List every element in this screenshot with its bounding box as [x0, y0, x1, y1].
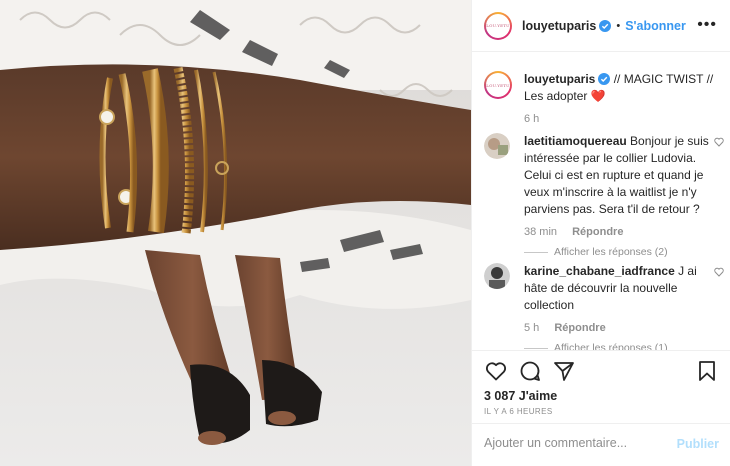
comment-username[interactable]: laetitiamoquereau	[524, 134, 627, 148]
view-replies-label: Afficher les réponses (1)	[554, 342, 668, 350]
comment-composer: Publier	[472, 423, 730, 466]
comments-list[interactable]: LOU.YETU louyetuparis // MAGIC TWIST // …	[472, 53, 730, 350]
separator-dot: •	[616, 19, 621, 32]
likes-count[interactable]: 3 087 J'aime	[484, 389, 557, 403]
post-photo[interactable]	[0, 0, 471, 466]
verified-badge-icon	[598, 73, 611, 85]
comment-item: karine_chabane_iadfrance J ai hâte de dé…	[484, 263, 724, 350]
caption-time[interactable]: 6 h	[524, 113, 539, 125]
caption-username[interactable]: louyetuparis	[524, 72, 595, 86]
like-comment-heart-icon[interactable]	[714, 267, 724, 277]
reply-button[interactable]: Répondre	[554, 322, 605, 334]
comment-time[interactable]: 38 min	[524, 226, 557, 238]
like-heart-icon[interactable]	[484, 359, 508, 383]
view-replies-button[interactable]: Afficher les réponses (2)	[524, 246, 724, 258]
action-bar	[484, 359, 719, 385]
post-sidebar: LOU.YETU louyetuparis • S'abonner ••• LO…	[471, 0, 730, 466]
post-actions: 3 087 J'aime IL Y A 6 HEURES Publier	[472, 350, 730, 466]
instagram-post: LOU.YETU louyetuparis • S'abonner ••• LO…	[0, 0, 730, 466]
commenter-avatar[interactable]	[484, 263, 510, 289]
comment-bubble-icon[interactable]	[518, 359, 542, 383]
caption: LOU.YETU louyetuparis // MAGIC TWIST // …	[484, 71, 724, 125]
reply-button[interactable]: Répondre	[572, 226, 623, 238]
like-comment-heart-icon[interactable]	[714, 137, 724, 147]
comment-time[interactable]: 5 h	[524, 322, 539, 334]
post-timestamp[interactable]: IL Y A 6 HEURES	[484, 407, 553, 416]
photo-illustration	[0, 0, 471, 466]
comment-username[interactable]: karine_chabane_iadfrance	[524, 264, 675, 278]
verified-badge-icon	[599, 19, 612, 32]
commenter-avatar[interactable]	[484, 133, 510, 159]
caption-avatar[interactable]: LOU.YETU	[484, 71, 512, 99]
comment-input[interactable]	[484, 436, 674, 450]
save-bookmark-icon[interactable]	[695, 359, 719, 383]
brand-logo-text: LOU.YETU	[486, 23, 510, 28]
avatar[interactable]: LOU.YETU	[484, 11, 512, 40]
more-options-icon[interactable]: •••	[697, 16, 717, 34]
replies-line	[524, 347, 548, 349]
header-username[interactable]: louyetuparis	[522, 19, 596, 33]
comment-item: laetitiamoquereau Bonjour je suis intére…	[484, 133, 724, 258]
follow-button[interactable]: S'abonner	[625, 19, 686, 33]
replies-line	[524, 251, 548, 253]
view-replies-label: Afficher les réponses (2)	[554, 246, 668, 258]
share-paper-plane-icon[interactable]	[552, 359, 576, 383]
publish-button[interactable]: Publier	[677, 437, 719, 451]
caption-avatar-logo: LOU.YETU	[486, 82, 510, 88]
view-replies-button[interactable]: Afficher les réponses (1)	[524, 342, 724, 350]
post-header: LOU.YETU louyetuparis • S'abonner •••	[472, 0, 730, 52]
